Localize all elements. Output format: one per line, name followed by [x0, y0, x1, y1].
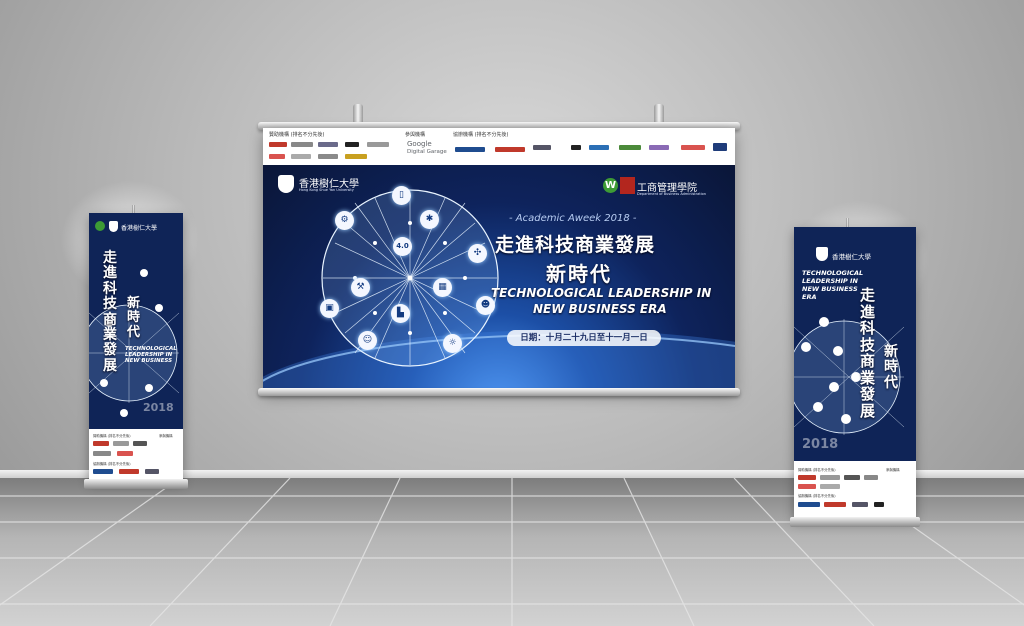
sponsor-logo — [291, 154, 311, 159]
sponsor-logo — [93, 469, 113, 474]
sponsor-logo — [798, 475, 816, 480]
sponsor-logo — [820, 475, 840, 480]
sponsor-logo — [874, 502, 884, 507]
sponsor-logo — [852, 502, 868, 507]
title-chinese-line1: 走進科技商業發展 — [495, 234, 656, 256]
left-w-logo — [95, 221, 105, 231]
brain-circuit-icon: ✱ — [420, 210, 439, 229]
sponsor-logo — [367, 142, 389, 147]
right-university-name: 香港樹仁大學 — [832, 253, 871, 261]
sponsor-logo — [798, 502, 820, 507]
left-title-english: TECHNOLOGICAL LEADERSHIP IN NEW BUSINESS — [125, 346, 177, 364]
banner-bottom-rod — [258, 388, 740, 396]
right-crest — [816, 247, 828, 261]
bar-chart-icon: ▦ — [433, 278, 452, 297]
sponsor-logo — [571, 145, 581, 150]
left-title-vertical: 走進科技商業發展 — [103, 250, 117, 374]
sponsor-logo — [269, 154, 285, 159]
robot-arm-icon: ⚒ — [351, 278, 370, 297]
left-rollup-standee: 香港樹仁大學 走進科技商業發展 新時代 TECHNOLOGICAL LEADER… — [89, 213, 183, 481]
right-title-vertical: 走進科技商業發展 — [860, 286, 876, 420]
sponsor-logo — [820, 484, 840, 489]
left-title-en-line3: NEW BUSINESS — [125, 358, 173, 364]
sponsor-logo — [455, 147, 485, 152]
human-head-icon: ☺ — [358, 331, 377, 350]
sponsor-logo — [495, 147, 525, 152]
sponsor-logo — [649, 145, 669, 150]
right-title-en-line2: LEADERSHIP IN — [802, 277, 858, 285]
google-logo-text: Google — [407, 140, 432, 148]
industry-4-icon: 4.0 — [393, 237, 412, 256]
main-banner: 贊助機構 (排名不分先後) 參與機構 協辦機構 (排名不分先後) Google … — [263, 128, 735, 390]
university-crest — [278, 175, 294, 193]
right-participant-label: 參與機構 — [886, 468, 900, 472]
sponsor-logo — [269, 142, 287, 147]
sponsor-logo — [119, 469, 139, 474]
sponsor-logo — [113, 441, 129, 446]
sponsor-logo — [93, 441, 109, 446]
participant-label: 參與機構 — [405, 132, 426, 138]
factory-icon: ▙ — [391, 304, 410, 323]
right-title-en-line1: TECHNOLOGICAL — [802, 269, 864, 277]
right-rollup-standee: 香港樹仁大學 TECHNOLOGICAL LEADERSHIP IN NEW B… — [794, 227, 916, 519]
left-standee-base — [84, 479, 188, 489]
university-subtitle: Hong Kong Shue Yan University — [299, 188, 354, 192]
sponsor-label: 贊助機構 (排名不分先後) — [269, 132, 325, 138]
title-chinese-line2: 新時代 — [546, 262, 612, 286]
right-title-en-line3: NEW BUSINESS — [802, 285, 858, 293]
exhibition-scene: 贊助機構 (排名不分先後) 參與機構 協辦機構 (排名不分先後) Google … — [0, 0, 1024, 626]
right-coorganizer-label: 協辦機構 (排名不分先後) — [798, 494, 836, 498]
right-title-new-era: 新時代 — [884, 344, 898, 391]
sponsor-logo — [318, 154, 338, 159]
sponsor-logo — [345, 142, 359, 147]
department-w-logo: W — [603, 178, 618, 193]
banner-sponsor-strip: 贊助機構 (排名不分先後) 參與機構 協辦機構 (排名不分先後) Google … — [263, 128, 735, 165]
smartphone-icon: ▯ — [392, 186, 411, 205]
left-participant-label: 參與機構 — [159, 434, 173, 438]
sponsor-logo — [619, 145, 641, 150]
right-title-en-line4: ERA — [802, 293, 817, 301]
right-year: 2018 — [802, 437, 839, 452]
right-sponsor-label: 贊助機構 (排名不分先後) — [798, 468, 836, 472]
sponsor-logo — [824, 502, 846, 507]
sponsor-logo — [798, 484, 816, 489]
sponsor-logo — [345, 154, 367, 159]
sponsor-logo — [145, 469, 159, 474]
left-title-new-era: 新時代 — [127, 296, 141, 340]
sponsor-logo — [291, 142, 313, 147]
right-title-english: TECHNOLOGICAL LEADERSHIP IN NEW BUSINESS… — [802, 269, 863, 301]
sponsor-logo — [844, 475, 860, 480]
left-sponsor-label: 贊助機構 (排名不分先後) — [93, 434, 131, 438]
coorganizer-label: 協辦機構 (排名不分先後) — [453, 132, 509, 138]
sponsor-logo — [93, 451, 111, 456]
left-year: 2018 — [143, 401, 174, 414]
sponsor-logo — [533, 145, 551, 150]
sponsor-logo — [864, 475, 878, 480]
sponsor-logo — [681, 145, 705, 150]
department-subtitle: Department of Business Administration — [637, 192, 706, 196]
left-crest — [109, 221, 118, 232]
sponsor-logo — [133, 441, 147, 446]
title-english-line2: NEW BUSINESS ERA — [533, 302, 667, 316]
department-red-seal — [620, 177, 635, 194]
briefcase-icon: ▣ — [320, 299, 339, 318]
left-coorganizer-label: 協辦機構 (排名不分先後) — [93, 462, 131, 466]
gears-icon: ⚙ — [335, 211, 354, 230]
sponsor-logo — [318, 142, 338, 147]
sponsor-logo — [589, 145, 609, 150]
network-share-icon: ✣ — [468, 244, 487, 263]
event-date: 日期：十月二十九日至十一月一日 — [507, 330, 661, 346]
sponsor-logo — [713, 143, 727, 151]
title-english-line1: TECHNOLOGICAL LEADERSHIP IN — [491, 286, 712, 300]
event-name: - Academic Aweek 2018 - — [509, 213, 637, 224]
google-logo-sub: Digital Garage — [407, 149, 447, 155]
left-university-name: 香港樹仁大學 — [121, 225, 158, 232]
lightbulb-person-icon: ☼ — [443, 334, 462, 353]
right-standee-base — [790, 517, 920, 527]
sponsor-logo — [117, 451, 133, 456]
